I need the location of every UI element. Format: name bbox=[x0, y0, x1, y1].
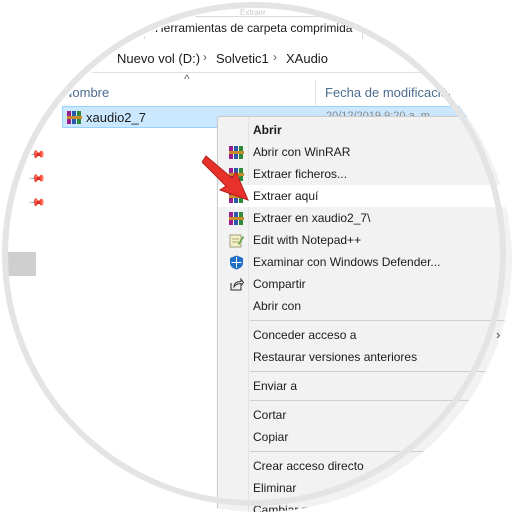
menu-item-copy[interactable]: Copiar bbox=[218, 426, 512, 448]
breadcrumb-chevron-icon[interactable]: › bbox=[203, 50, 207, 64]
menu-item-extract-here[interactable]: Extraer aquí bbox=[218, 185, 512, 207]
breadcrumb-xaudio[interactable]: XAudio bbox=[286, 51, 328, 66]
menu-item-give-access-to[interactable]: Conceder acceso a › bbox=[218, 324, 512, 346]
column-header-date-modified[interactable]: Fecha de modificación bbox=[325, 85, 455, 100]
menu-item-scan-with-windows-defender[interactable]: Examinar con Windows Defender... bbox=[218, 251, 512, 273]
menu-item-label: Extraer en xaudio2_7\ bbox=[253, 211, 371, 225]
file-name: xaudio2_7 bbox=[86, 110, 146, 125]
menu-item-label: Enviar a bbox=[253, 379, 298, 393]
menu-item-label: Conceder acceso a bbox=[253, 328, 357, 342]
pin-icon[interactable]: 📌 bbox=[27, 145, 46, 164]
column-header-name[interactable]: Nombre bbox=[63, 85, 109, 100]
menu-item-extract-to-folder[interactable]: Extraer en xaudio2_7\ bbox=[218, 207, 512, 229]
menu-separator bbox=[250, 400, 512, 401]
chevron-right-icon: › bbox=[496, 327, 501, 342]
menu-item-label: Cambiar nombre bbox=[253, 503, 343, 512]
menu-item-share[interactable]: Compartir bbox=[218, 273, 512, 295]
menu-item-label: Edit with Notepad++ bbox=[253, 233, 362, 247]
pin-icon[interactable]: 📌 bbox=[27, 193, 46, 212]
menu-separator bbox=[250, 451, 512, 452]
menu-separator bbox=[250, 320, 512, 321]
winrar-icon bbox=[229, 211, 244, 226]
menu-separator bbox=[250, 371, 512, 372]
menu-item-cut[interactable]: Cortar bbox=[218, 404, 512, 426]
menu-item-label: Restaurar versiones anteriores bbox=[253, 350, 418, 364]
chevron-right-icon: › bbox=[496, 378, 501, 393]
share-icon bbox=[230, 277, 244, 291]
breadcrumb-chevron-icon[interactable]: › bbox=[273, 50, 277, 64]
breadcrumb-chevron-icon[interactable]: › bbox=[102, 50, 106, 64]
menu-item-open-with-winrar[interactable]: Abrir con WinRAR bbox=[218, 141, 512, 163]
winrar-archive-icon bbox=[67, 110, 82, 125]
magnifier-lens: Extraer Herramientas de carpeta comprimi… bbox=[8, 8, 512, 512]
menu-item-label: Eliminar bbox=[253, 481, 297, 495]
menu-item-send-to[interactable]: Enviar a › bbox=[218, 375, 512, 397]
menu-item-label: Abrir con bbox=[253, 299, 302, 313]
menu-item-label: Extraer aquí bbox=[253, 189, 319, 203]
menu-item-delete[interactable]: Eliminar bbox=[218, 477, 512, 499]
menu-item-extract-files[interactable]: Extraer ficheros... bbox=[218, 163, 512, 185]
menu-item-rename[interactable]: Cambiar nombre bbox=[218, 499, 512, 512]
menu-item-label: Extraer ficheros... bbox=[253, 167, 348, 181]
menu-item-label: Crear acceso directo bbox=[253, 459, 364, 473]
menu-item-label: Abrir bbox=[253, 123, 282, 137]
menu-item-label: Compartir bbox=[253, 277, 306, 291]
nav-pane-selected-item[interactable] bbox=[8, 252, 36, 276]
column-divider[interactable] bbox=[315, 80, 316, 106]
breadcrumb-drive[interactable]: Nuevo vol (D:) bbox=[117, 51, 200, 66]
menu-item-create-shortcut[interactable]: Crear acceso directo bbox=[218, 455, 512, 477]
column-headers: Nombre Fecha de modificación bbox=[8, 80, 512, 106]
ribbon-tab-top-label[interactable]: Extraer bbox=[240, 8, 280, 17]
menu-item-label: Cortar bbox=[253, 408, 287, 422]
menu-item-edit-with-notepad-plus-plus[interactable]: Edit with Notepad++ bbox=[218, 229, 512, 251]
ribbon: Extraer Herramientas de carpeta comprimi… bbox=[8, 8, 512, 47]
menu-item-label: Abrir con WinRAR bbox=[253, 145, 351, 159]
notepad-plus-plus-icon bbox=[229, 234, 244, 248]
ribbon-tab-compressed-folder-tools[interactable]: Herramientas de carpeta comprimida bbox=[144, 16, 364, 39]
menu-item-restore-previous-versions[interactable]: Restaurar versiones anteriores bbox=[218, 346, 512, 368]
breadcrumb-solvetic1[interactable]: Solvetic1 bbox=[216, 51, 269, 66]
menu-item-open-with[interactable]: Abrir con › bbox=[218, 295, 512, 317]
menu-item-label: Copiar bbox=[253, 430, 289, 444]
pin-icon[interactable]: 📌 bbox=[27, 169, 46, 188]
menu-item-open[interactable]: Abrir bbox=[218, 119, 512, 141]
windows-defender-icon bbox=[230, 255, 243, 270]
screenshot-stage: Extraer Herramientas de carpeta comprimi… bbox=[0, 0, 520, 520]
menu-item-label: Examinar con Windows Defender... bbox=[253, 255, 441, 269]
chevron-right-icon: › bbox=[496, 298, 501, 313]
address-bar[interactable]: › Nuevo vol (D:) › Solvetic1 › XAudio bbox=[8, 46, 512, 73]
pointer-arrow-icon bbox=[202, 155, 249, 201]
